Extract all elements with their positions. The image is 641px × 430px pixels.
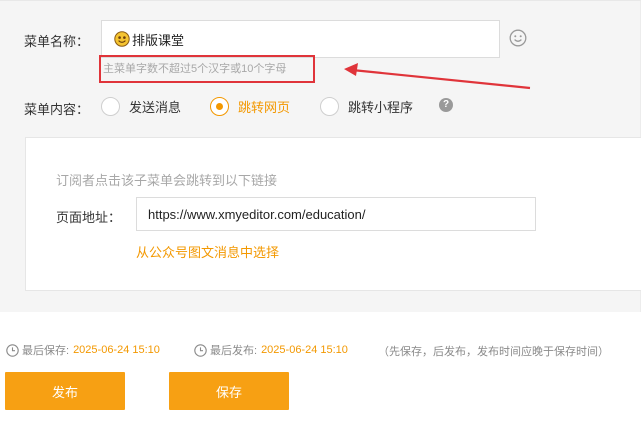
- publish-note: （先保存，后发布，发布时间应晚于保存时间）: [378, 346, 609, 358]
- last-saved-label: 最后保存:: [22, 345, 70, 357]
- page-url-input[interactable]: https://www.xmyeditor.com/education/: [136, 197, 536, 231]
- radio-jump-webpage[interactable]: 跳转网页: [210, 97, 290, 116]
- last-published-label: 最后发布:: [210, 345, 258, 357]
- radio-circle: [210, 97, 229, 116]
- radio-circle: [320, 97, 339, 116]
- last-published-time: 2025-06-24 15:10: [261, 344, 348, 356]
- publish-button[interactable]: 发布: [5, 372, 125, 410]
- radio-label: 跳转网页: [238, 100, 291, 115]
- last-published-status: 最后发布: 2025-06-24 15:10: [194, 342, 348, 358]
- page-url-label: 页面地址：: [56, 210, 122, 225]
- arrow-annotation: [344, 63, 531, 90]
- panel-top-border: [0, 0, 641, 1]
- last-saved-time: 2025-06-24 15:10: [73, 344, 160, 356]
- link-description: 订阅者点击该子菜单会跳转到以下链接: [56, 173, 278, 188]
- last-saved-status: 最后保存: 2025-06-24 15:10: [6, 342, 160, 358]
- emoji-icon: [114, 31, 130, 47]
- menu-name-value: 排版课堂: [132, 32, 185, 48]
- radio-jump-miniprogram[interactable]: 跳转小程序: [320, 97, 413, 116]
- menu-name-hint: 主菜单字数不超过5个汉字或10个字母: [103, 63, 287, 75]
- clock-icon: [6, 343, 19, 357]
- page-url-value: https://www.xmyeditor.com/education/: [148, 206, 366, 222]
- menu-content-label: 菜单内容：: [24, 102, 90, 117]
- pick-from-articles-link[interactable]: 从公众号图文消息中选择: [136, 242, 279, 261]
- radio-label: 跳转小程序: [348, 100, 414, 115]
- menu-name-label: 菜单名称：: [24, 34, 90, 49]
- radio-circle: [101, 97, 120, 116]
- save-button[interactable]: 保存: [169, 372, 289, 410]
- clock-icon: [194, 343, 207, 357]
- radio-label: 发送消息: [129, 100, 182, 115]
- help-icon[interactable]: ?: [439, 98, 453, 112]
- smiley-icon[interactable]: [509, 29, 527, 47]
- radio-send-message[interactable]: 发送消息: [101, 97, 181, 116]
- menu-name-input[interactable]: 排版课堂: [101, 20, 500, 58]
